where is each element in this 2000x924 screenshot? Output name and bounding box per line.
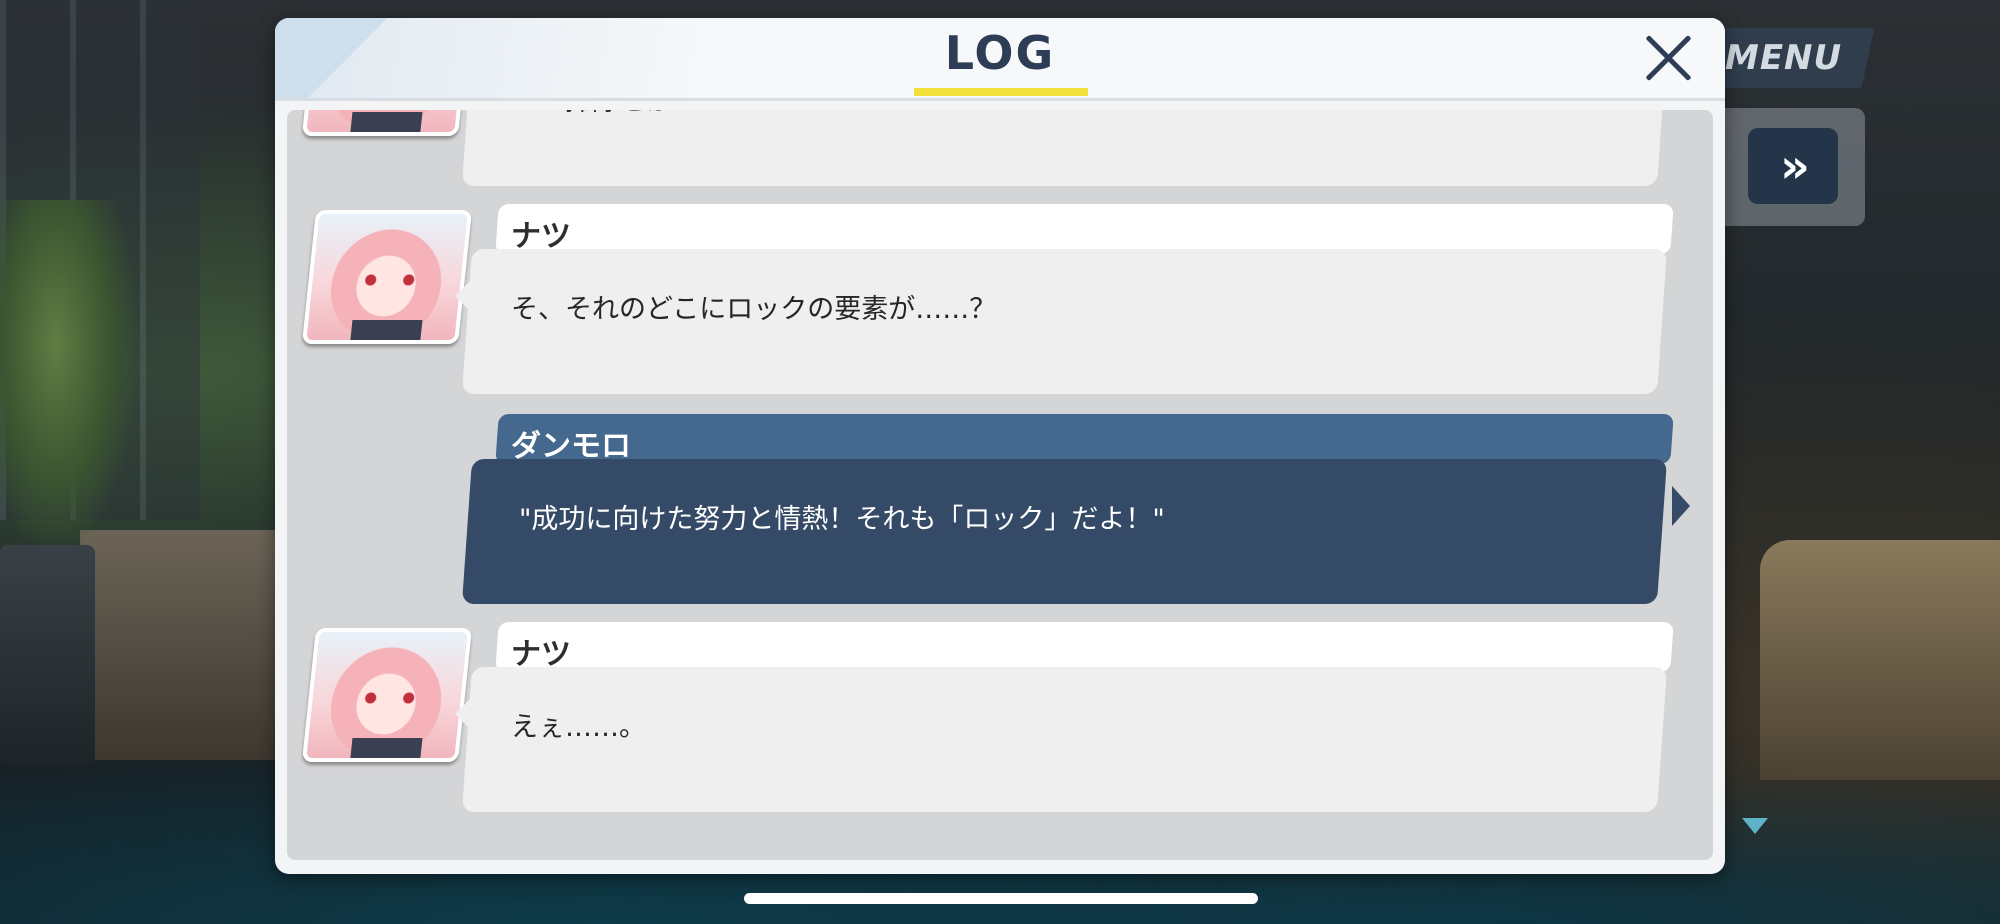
- log-entry: ナツ えぇ……。: [287, 622, 1713, 818]
- log-modal-header: LOG: [275, 18, 1725, 98]
- message-text: "成功に向けた努力と情熱！それも「ロック」だよ！": [519, 504, 1165, 535]
- log-scroll-area[interactable]: ナツ ……掃除とか？ ナツ そ、それのどこにロックの要素が……？ ダンモロ: [287, 110, 1713, 860]
- title-underline: [914, 88, 1088, 96]
- bubble-pointer: [455, 276, 475, 316]
- home-indicator[interactable]: [744, 893, 1258, 904]
- fast-forward-button[interactable]: »: [1748, 128, 1838, 204]
- bubble-pointer: [1672, 486, 1690, 526]
- log-title: LOG: [944, 26, 1056, 80]
- close-icon[interactable]: [1640, 30, 1696, 86]
- log-entry: ナツ そ、それのどこにロックの要素が……？: [287, 204, 1713, 400]
- log-entry: ナツ ……掃除とか？: [287, 110, 1713, 192]
- header-divider: [275, 98, 1725, 101]
- speaker-name-bar: [495, 622, 1674, 672]
- background-plant: [0, 200, 140, 560]
- character-avatar: [301, 110, 473, 136]
- message-bubble: [461, 110, 1668, 186]
- message-text: そ、それのどこにロックの要素が……？: [511, 294, 997, 325]
- speaker-name-bar: [495, 204, 1674, 254]
- message-text: ……掃除とか？: [511, 110, 700, 118]
- log-entry-player: ダンモロ "成功に向けた努力と情熱！それも「ロック」だよ！": [287, 414, 1713, 610]
- character-avatar: [301, 628, 473, 762]
- character-avatar: [301, 210, 473, 344]
- down-triangle-icon: [1742, 818, 1768, 834]
- log-modal: LOG ナツ ……掃除とか？ ナツ: [275, 18, 1725, 874]
- fast-forward-icon: »: [1780, 139, 1809, 193]
- message-text: えぇ……。: [511, 712, 646, 743]
- menu-button-label: MENU: [1725, 38, 1843, 78]
- speaker-name-bar: [495, 414, 1674, 464]
- bubble-pointer: [455, 694, 475, 734]
